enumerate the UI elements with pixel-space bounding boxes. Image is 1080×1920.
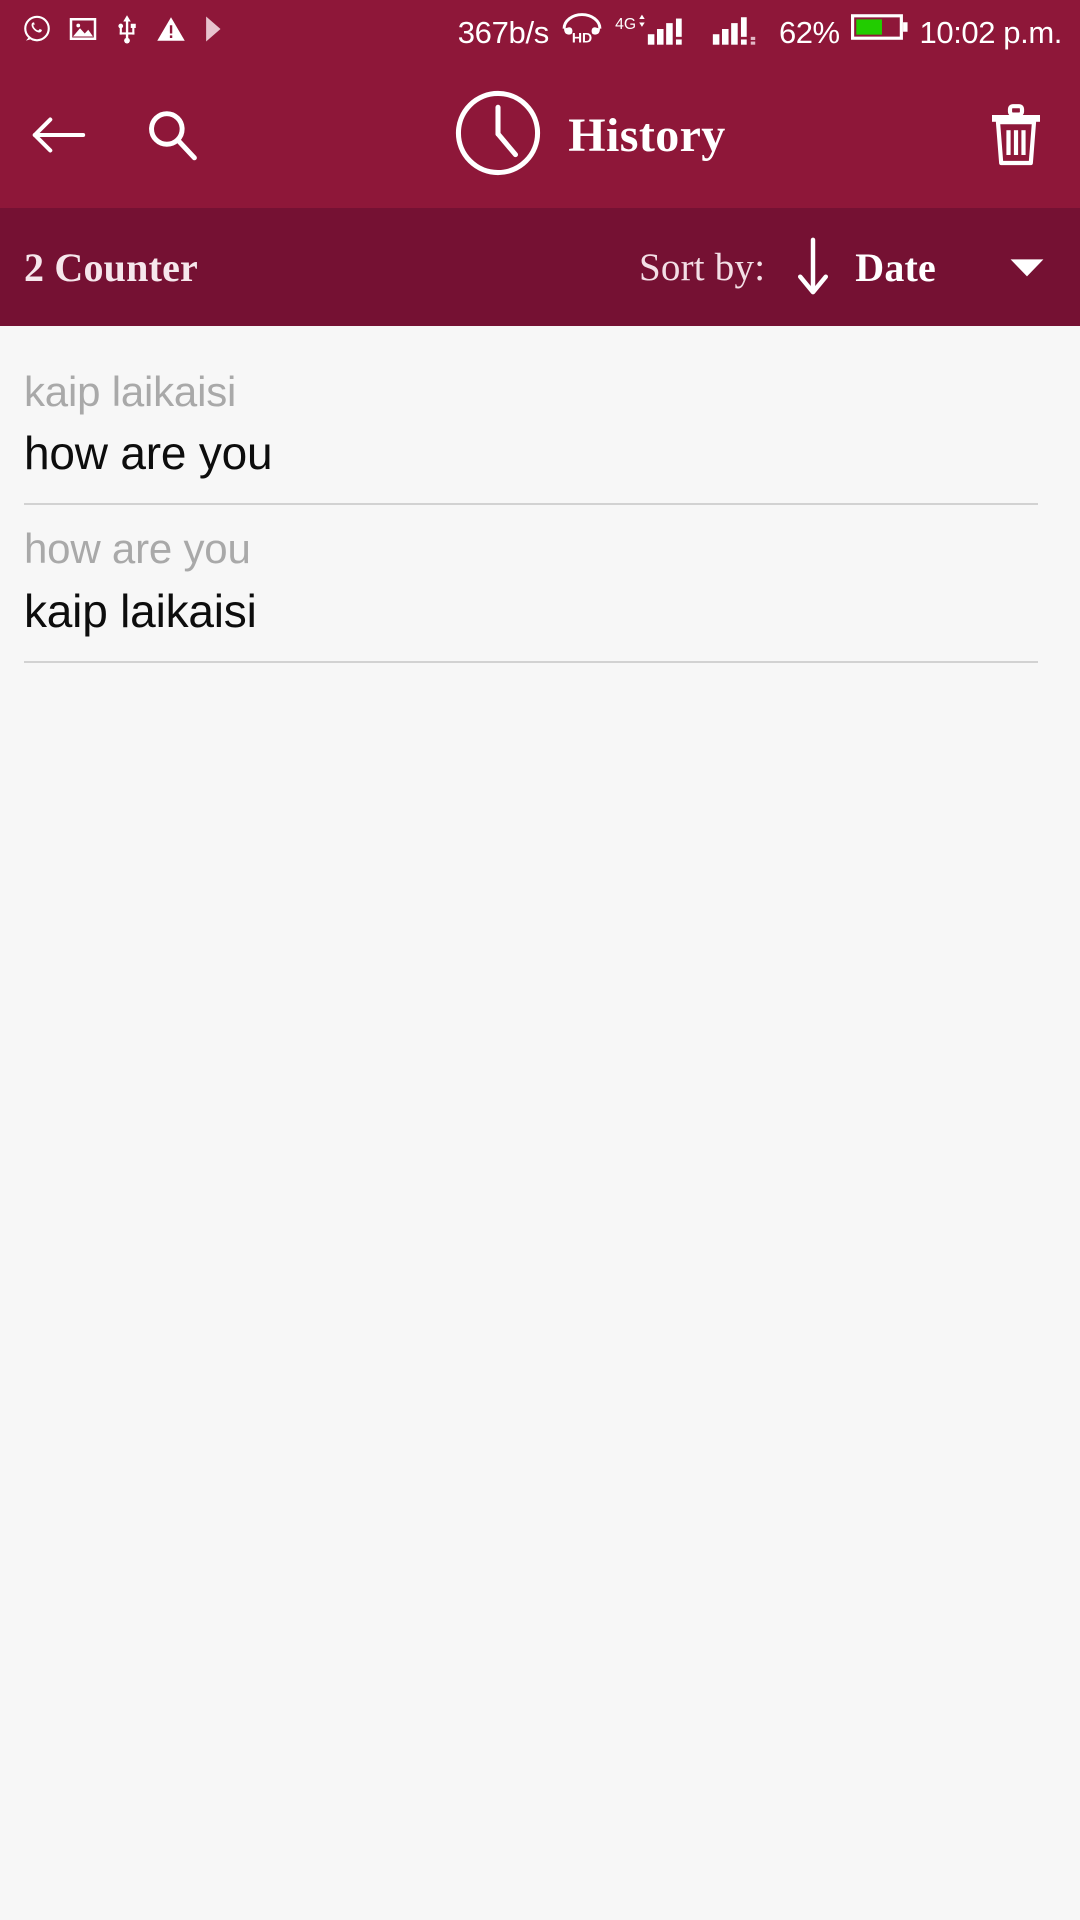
signal-4g-icon: 4G (615, 12, 699, 51)
history-source-text: kaip laikaisi (24, 368, 237, 415)
status-bar-left-icons (22, 14, 224, 49)
sort-bar: 2 Counter Sort by: Date (0, 208, 1080, 326)
sort-value-label[interactable]: Date (855, 244, 936, 291)
app-bar-title-group: History (200, 87, 978, 184)
warning-icon (156, 15, 186, 48)
battery-icon (850, 11, 909, 48)
page-title: History (568, 108, 726, 162)
history-target-text: how are you (24, 427, 273, 480)
search-button[interactable] (134, 97, 210, 173)
play-icon (202, 14, 224, 49)
clock-icon (452, 87, 544, 184)
back-button[interactable] (20, 97, 96, 173)
list-item[interactable]: kaip laikaisi how are you (0, 348, 1080, 506)
history-source-text: how are you (24, 525, 251, 573)
hd-voice-icon: HD (560, 12, 604, 49)
signal-secondary-icon (710, 12, 768, 51)
network-speed-label: 367b/s (457, 15, 550, 50)
usb-icon (114, 14, 140, 49)
whatsapp-icon (22, 14, 52, 49)
list-divider (24, 660, 1038, 663)
chevron-down-icon[interactable] (1008, 254, 1046, 280)
status-bar-right-cluster: 367b/s HD 4G 62% 10:02 p.m. (458, 11, 1062, 51)
sort-direction-descending-icon[interactable] (793, 236, 833, 298)
list-item[interactable]: how are you kaip laikaisi (0, 505, 1080, 663)
app-bar: History (0, 62, 1080, 208)
delete-all-button[interactable] (978, 97, 1054, 173)
status-bar-time: 10:02 p.m. (919, 15, 1063, 50)
svg-text:HD: HD (572, 30, 592, 44)
svg-text:4G: 4G (615, 16, 636, 33)
status-bar: 367b/s HD 4G 62% 10:02 p.m. (0, 0, 1080, 62)
history-list: kaip laikaisi how are you how are you ka… (0, 326, 1080, 1920)
sort-control[interactable]: Sort by: Date (639, 236, 1046, 298)
sort-by-label: Sort by: (639, 245, 766, 289)
counter-label: 2 Counter (24, 244, 199, 290)
image-icon (68, 14, 98, 49)
battery-percent-label: 62% (778, 15, 840, 50)
history-target-text: kaip laikaisi (24, 584, 257, 637)
